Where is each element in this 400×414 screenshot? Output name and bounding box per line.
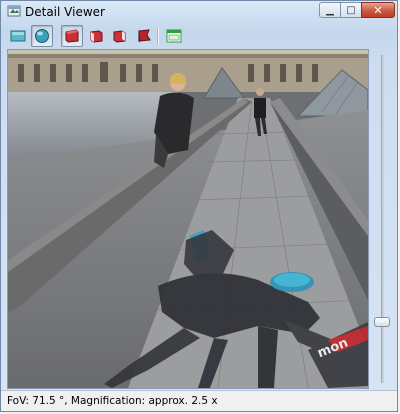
app-icon <box>7 4 21 18</box>
red-flag-icon <box>138 29 151 42</box>
status-text: FoV: 71.5 °, Magnification: approx. 2.5 … <box>7 395 218 407</box>
status-bar: FoV: 71.5 °, Magnification: approx. 2.5 … <box>1 390 397 411</box>
window-layout-icon <box>166 29 182 43</box>
minimize-button[interactable]: ▁ <box>319 2 341 18</box>
red-cube-side-icon <box>113 30 126 43</box>
red-flag-button[interactable] <box>133 25 155 47</box>
window-layout-button[interactable] <box>163 25 185 47</box>
sphere-view-icon <box>35 29 49 43</box>
panorama-viewport[interactable]: mon <box>7 49 369 389</box>
maximize-icon: □ <box>346 4 356 16</box>
panorama-image[interactable]: mon <box>8 50 368 388</box>
toolbar-separator <box>157 27 159 45</box>
title-bar[interactable]: Detail Viewer ▁ □ ✕ <box>1 1 397 23</box>
zoom-slider[interactable] <box>371 49 393 389</box>
toolbar <box>5 25 393 47</box>
close-icon: ✕ <box>373 3 383 17</box>
maximize-button[interactable]: □ <box>340 2 362 18</box>
red-cube-view-button[interactable] <box>61 25 83 47</box>
detail-viewer-window: Detail Viewer ▁ □ ✕ mon FoV: 71.5 °, Mag… <box>0 0 398 412</box>
zoom-slider-thumb[interactable] <box>374 317 390 327</box>
zoom-slider-track <box>381 55 384 383</box>
flat-view-button[interactable] <box>7 25 29 47</box>
red-cube-side-button[interactable] <box>109 25 131 47</box>
window-title: Detail Viewer <box>25 5 105 19</box>
palace-facade <box>8 54 368 88</box>
close-button[interactable]: ✕ <box>361 2 395 18</box>
red-cube-view-icon <box>65 29 79 43</box>
sphere-view-button[interactable] <box>31 25 53 47</box>
flat-view-icon <box>10 30 26 42</box>
red-cube-front-button[interactable] <box>85 25 107 47</box>
red-cube-front-icon <box>90 30 103 43</box>
minimize-icon: ▁ <box>326 4 334 16</box>
